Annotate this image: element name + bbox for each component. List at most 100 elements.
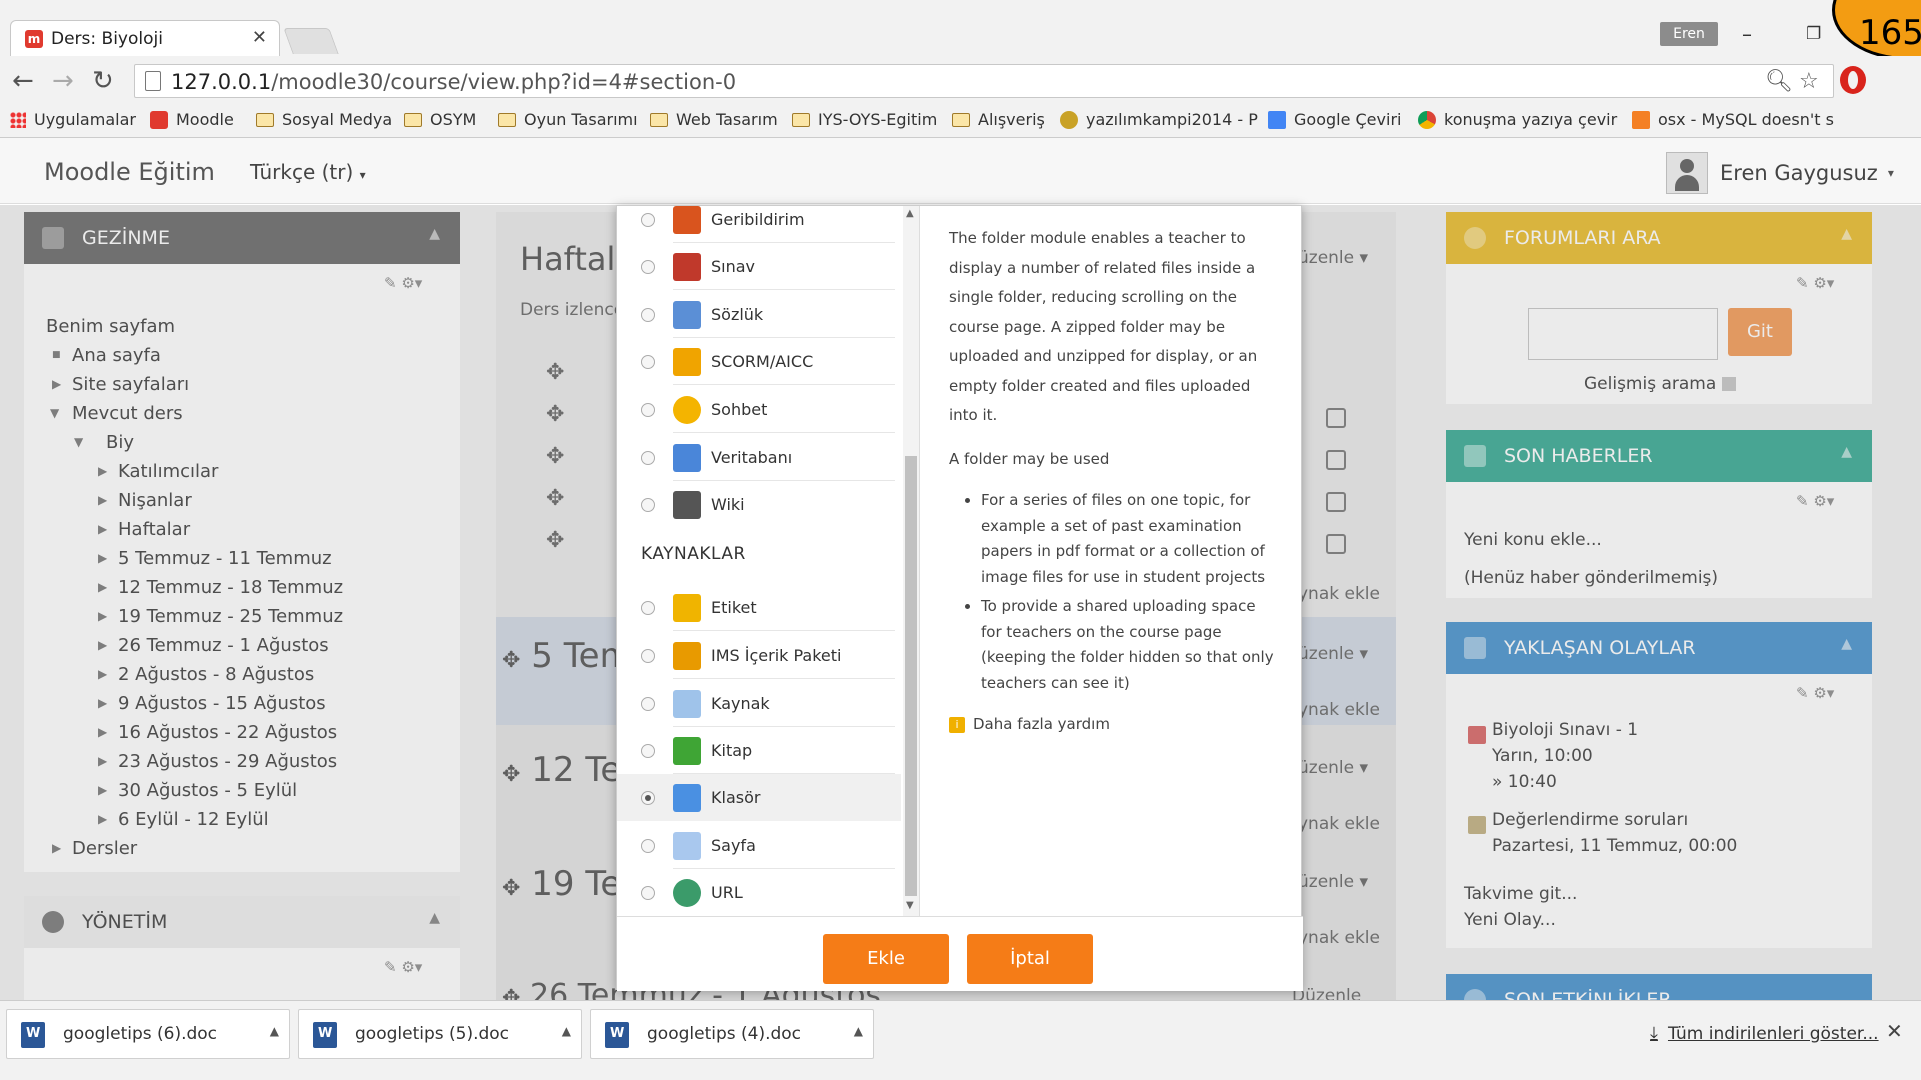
scroll-down-icon[interactable]: ▼ xyxy=(906,900,914,911)
bookmark-folder[interactable]: Web Tasarım xyxy=(650,110,778,129)
user-menu[interactable]: Eren Gaygusuz ▾ xyxy=(1666,152,1894,194)
module-option[interactable]: Veritabanı xyxy=(617,434,901,481)
bookmark-translate[interactable]: Google Çeviri xyxy=(1268,110,1401,129)
back-icon[interactable]: ← xyxy=(12,66,34,96)
language-menu[interactable]: Türkçe (tr) ▾ xyxy=(250,160,366,184)
bookmark-star-icon[interactable]: ☆ xyxy=(1799,69,1819,94)
module-option[interactable]: URL xyxy=(617,869,901,916)
label-icon xyxy=(673,593,701,622)
module-label: Sözlük xyxy=(711,305,764,324)
tab-close-icon[interactable]: ✕ xyxy=(252,27,267,48)
scrollbar-thumb[interactable] xyxy=(905,456,917,896)
bookmark-folder[interactable]: Sosyal Medya xyxy=(256,110,392,129)
wiki-icon xyxy=(673,490,701,519)
bookmarks-bar: Uygulamalar Moodle Sosyal Medya OSYM Oyu… xyxy=(0,106,1921,138)
help-usage-intro: A folder may be used xyxy=(949,449,1110,468)
module-option[interactable]: SCORM/AICC xyxy=(617,338,901,385)
bookmark-folder[interactable]: OSYM xyxy=(404,110,476,129)
module-option[interactable]: Etiket xyxy=(617,584,901,631)
bookmark-moodle[interactable]: Moodle xyxy=(150,110,234,129)
chevron-down-icon[interactable]: ▲ xyxy=(270,1024,279,1038)
module-radio[interactable] xyxy=(641,600,655,615)
module-option[interactable]: Sayfa xyxy=(617,822,901,869)
opera-extension-icon[interactable] xyxy=(1840,66,1866,94)
user-name: Eren Gaygusuz xyxy=(1720,161,1878,185)
bookmark-folder[interactable]: Oyun Tasarımı xyxy=(498,110,638,129)
module-option-selected[interactable]: Klasör xyxy=(617,774,901,821)
module-radio[interactable] xyxy=(641,259,655,274)
download-item[interactable]: googletips (6).doc ▲ xyxy=(6,1009,290,1059)
folder-icon xyxy=(673,783,701,812)
module-label: Sohbet xyxy=(711,400,768,419)
restore-icon[interactable]: ❐ xyxy=(1806,24,1821,44)
page-icon xyxy=(1060,110,1078,129)
add-button[interactable]: Ekle xyxy=(823,934,949,984)
page-info-icon[interactable] xyxy=(145,71,161,91)
module-option[interactable]: Sınav xyxy=(617,243,901,290)
bookmark-apps[interactable]: Uygulamalar xyxy=(10,110,136,129)
module-label: Kaynak xyxy=(711,694,770,713)
download-item[interactable]: googletips (5).doc ▲ xyxy=(298,1009,582,1059)
cancel-button[interactable]: İptal xyxy=(967,934,1093,984)
module-radio[interactable] xyxy=(641,497,655,512)
download-item[interactable]: googletips (4).doc ▲ xyxy=(590,1009,874,1059)
module-option[interactable]: Sözlük xyxy=(617,291,901,338)
apps-icon xyxy=(10,111,26,128)
scroll-up-icon[interactable]: ▲ xyxy=(906,208,914,219)
module-radio[interactable] xyxy=(641,212,655,227)
new-tab-button[interactable] xyxy=(283,28,339,54)
module-radio[interactable] xyxy=(641,648,655,663)
ims-package-icon xyxy=(673,641,701,670)
bookmark-folder[interactable]: Alışveriş xyxy=(952,110,1045,129)
module-radio[interactable] xyxy=(641,450,655,465)
browser-tab[interactable]: m Ders: Biyoloji ✕ xyxy=(10,20,280,56)
book-icon xyxy=(673,736,701,765)
help-usage-item: To provide a shared uploading space for … xyxy=(981,594,1279,696)
module-option[interactable]: Sohbet xyxy=(617,386,901,433)
module-label: IMS İçerik Paketi xyxy=(711,646,842,665)
chat-icon xyxy=(673,395,701,424)
chevron-down-icon[interactable]: ▲ xyxy=(562,1024,571,1038)
profile-badge[interactable]: Eren xyxy=(1660,22,1718,46)
moodle-navbar: Moodle Eğitim Türkçe (tr) ▾ Eren Gaygusu… xyxy=(0,138,1921,204)
module-radio[interactable] xyxy=(641,307,655,322)
database-icon xyxy=(673,443,701,472)
module-radio[interactable] xyxy=(641,885,655,900)
module-radio[interactable] xyxy=(641,696,655,711)
word-doc-icon xyxy=(605,1022,629,1048)
module-option[interactable]: Wiki xyxy=(617,481,901,528)
address-bar[interactable]: 127.0.0.1/moodle30/course/view.php?id=4#… xyxy=(134,64,1834,98)
folder-icon xyxy=(792,112,810,127)
module-option[interactable]: Kitap xyxy=(617,727,901,774)
caret-down-icon: ▾ xyxy=(1887,166,1894,180)
module-option[interactable]: IMS İçerik Paketi xyxy=(617,632,901,679)
counter-value: 165 xyxy=(1859,13,1921,53)
module-radio[interactable] xyxy=(641,743,655,758)
bookmark-chrome[interactable]: konuşma yazıya çevir xyxy=(1418,110,1617,129)
resources-header: KAYNAKLAR xyxy=(641,544,746,564)
module-radio[interactable] xyxy=(641,402,655,417)
moodle-icon xyxy=(150,110,168,129)
module-option[interactable]: Kaynak xyxy=(617,680,901,727)
activity-chooser-dialog: Geribildirim Sınav Sözlük SCORM/AICC Soh… xyxy=(616,205,1303,991)
forward-icon[interactable]: → xyxy=(52,66,74,96)
glossary-icon xyxy=(673,300,701,329)
module-radio[interactable] xyxy=(641,838,655,853)
option-list-scrollbar[interactable]: ▲ ▼ xyxy=(903,206,919,916)
module-option[interactable]: Geribildirim xyxy=(617,206,901,243)
bookmark-folder[interactable]: IYS-OYS-Egitim xyxy=(792,110,937,129)
site-brand[interactable]: Moodle Eğitim xyxy=(44,158,215,186)
close-icon[interactable]: ✕ xyxy=(1886,1019,1903,1043)
module-radio[interactable] xyxy=(641,790,655,805)
url-text[interactable]: 127.0.0.1/moodle30/course/view.php?id=4#… xyxy=(171,70,736,94)
bookmark-stackoverflow[interactable]: osx - MySQL doesn't s xyxy=(1632,110,1834,129)
tab-title: Ders: Biyoloji xyxy=(51,29,163,49)
more-help-link[interactable]: i Daha fazla yardım xyxy=(949,710,1279,740)
reload-icon[interactable]: ↻ xyxy=(92,66,114,96)
show-all-downloads-link[interactable]: ⤓ Tüm indirilenleri göster... xyxy=(1650,1023,1879,1044)
chevron-down-icon[interactable]: ▲ xyxy=(854,1024,863,1038)
minimize-icon[interactable]: – xyxy=(1742,22,1752,46)
zoom-icon[interactable]: 🔍︎ xyxy=(1765,69,1793,94)
bookmark-page[interactable]: yazılımkampi2014 - P xyxy=(1060,110,1258,129)
module-radio[interactable] xyxy=(641,354,655,369)
